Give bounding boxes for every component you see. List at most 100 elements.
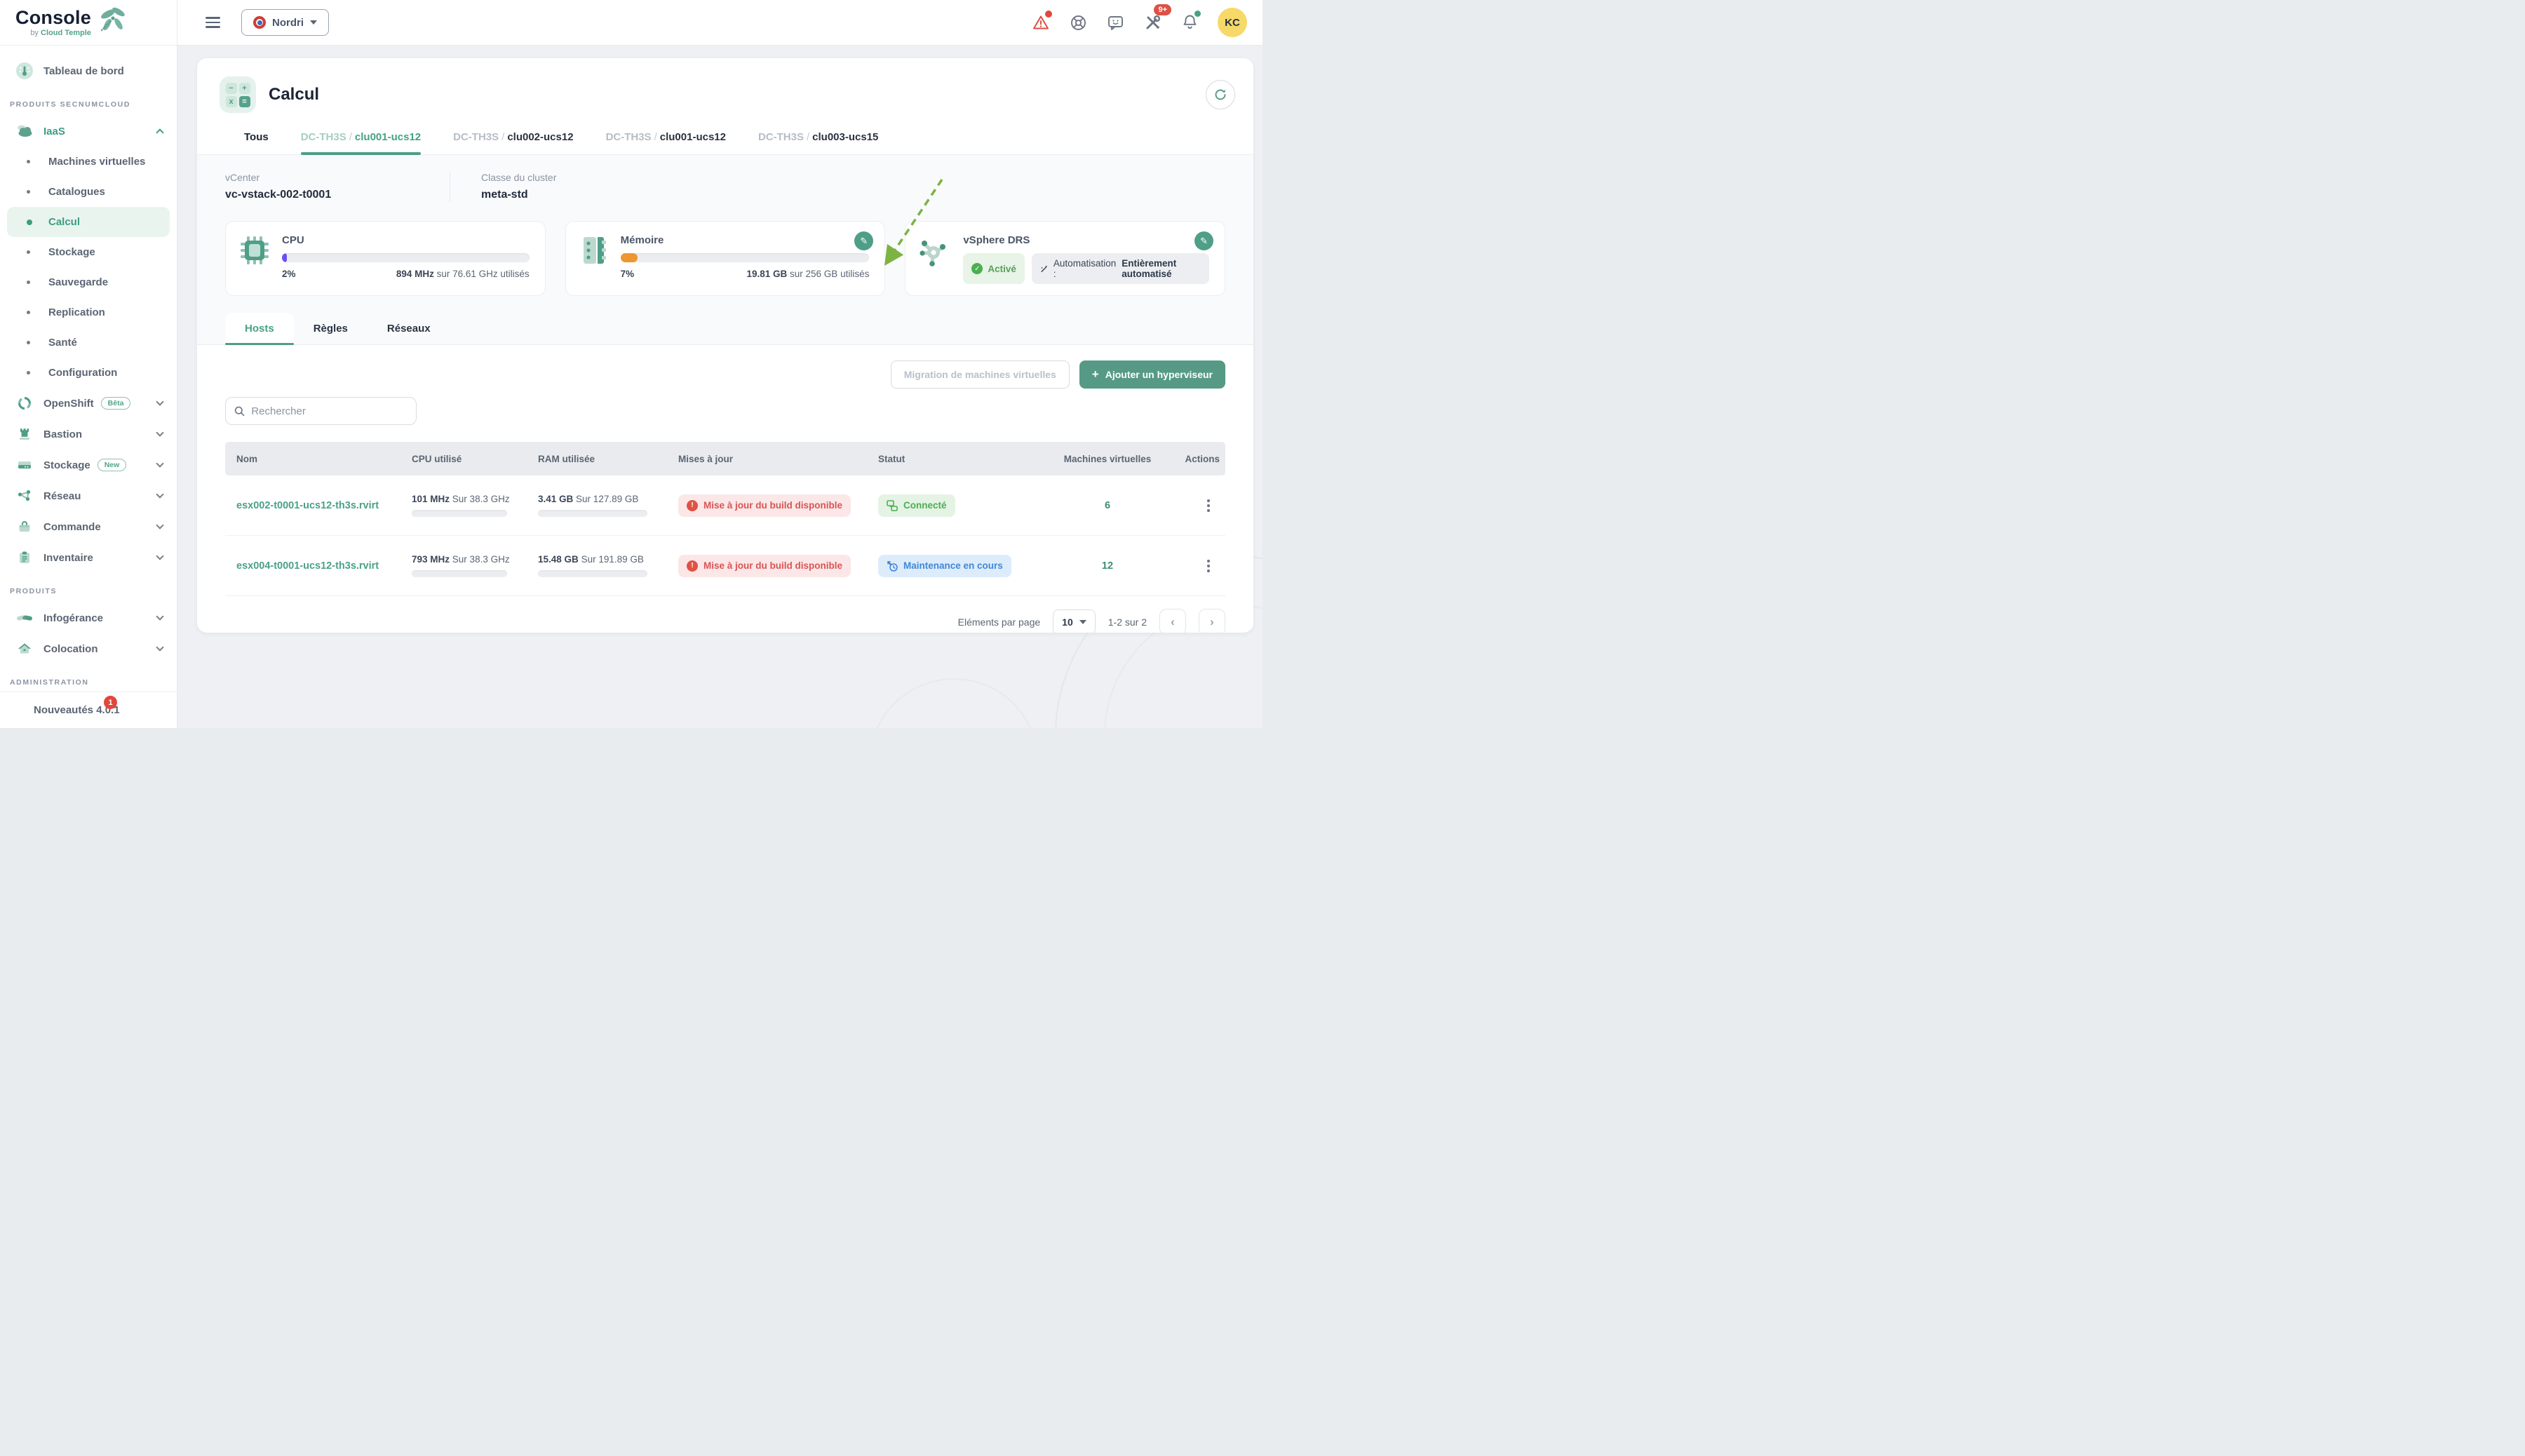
ram-bar-fill: [538, 570, 546, 577]
tab-tous[interactable]: Tous: [244, 131, 269, 154]
chevron-down-icon: [156, 398, 163, 405]
row-actions-menu[interactable]: [1192, 560, 1225, 572]
sidebar-item-sante[interactable]: Santé: [0, 328, 177, 358]
next-page-button[interactable]: ›: [1199, 609, 1225, 633]
sidebar-item-reseau[interactable]: Réseau: [0, 480, 177, 511]
sidebar-item-configuration[interactable]: Configuration: [0, 358, 177, 388]
sidebar-item-commande[interactable]: Commande: [0, 511, 177, 542]
refresh-icon: [1213, 88, 1227, 102]
tower-icon: [15, 425, 34, 443]
support-button[interactable]: [1069, 13, 1087, 32]
tab-reseaux[interactable]: Réseaux: [368, 313, 450, 344]
host-link[interactable]: esx004-t0001-ucs12-th3s.rvirt: [225, 560, 400, 572]
openshift-icon: [15, 394, 34, 412]
host-update-cell: ! Mise à jour du build disponible: [667, 555, 867, 577]
add-hypervisor-button[interactable]: + Ajouter un hyperviseur: [1079, 360, 1225, 389]
table-row: esx002-t0001-ucs12-th3s.rvirt 101 MHz Su…: [225, 476, 1225, 536]
sidebar-item-colocation[interactable]: Colocation: [0, 633, 177, 664]
sidebar-item-bastion[interactable]: Bastion: [0, 419, 177, 450]
tab-clu001-ucs12[interactable]: DC-TH3S/clu001-ucs12: [301, 131, 421, 154]
memory-progress-fill: [621, 253, 638, 262]
sidebar-item-openshift[interactable]: OpenShift Bêta: [0, 388, 177, 419]
sidebar-item-replication[interactable]: Replication: [0, 297, 177, 328]
connected-host-icon: [887, 500, 898, 511]
notifications-button[interactable]: [1180, 13, 1199, 32]
host-ram-cell: 3.41 GB Sur 127.89 GB: [527, 494, 667, 517]
cpu-stat-card: CPU 2% 894 MHz sur 76.61 GHz utilisés: [225, 221, 546, 296]
vcenter-info: vCenter vc-vstack-002-t0001: [225, 172, 365, 201]
search-field[interactable]: [225, 397, 417, 425]
hosts-table: Nom CPU utilisé RAM utilisée Mises à jou…: [225, 442, 1225, 596]
exclamation-icon: !: [687, 560, 698, 572]
tools-button[interactable]: 9+: [1143, 13, 1162, 32]
caret-down-icon: [1079, 620, 1086, 624]
logo-brand: Cloud Temple: [41, 29, 91, 37]
section-administration: ADMINISTRATION: [0, 664, 177, 692]
status-connected-badge: Connecté: [878, 494, 955, 517]
search-input[interactable]: [251, 405, 408, 417]
sidebar: Console by Cloud Temple Tableau de bord …: [0, 0, 177, 728]
bullet-icon: [27, 281, 30, 284]
sidebar-item-stockage-iaas[interactable]: Stockage: [0, 237, 177, 267]
chevron-down-icon: [156, 643, 163, 651]
whats-new-count-badge: 1: [104, 696, 117, 709]
pagination: Eléments par page 10 1-2 sur 2 ‹ ›: [225, 596, 1225, 633]
host-cpu-cell: 101 MHz Sur 38.3 GHz: [400, 494, 527, 517]
vm-count-link[interactable]: 6: [1032, 500, 1172, 511]
hamburger-menu-icon[interactable]: [206, 14, 220, 31]
whats-new[interactable]: Nouveautés 4.0.1 1: [0, 692, 177, 728]
vm-count-link[interactable]: 12: [1032, 560, 1172, 572]
sidebar-item-catalogues[interactable]: Catalogues: [0, 177, 177, 207]
organization-selector[interactable]: Nordri: [241, 9, 329, 36]
memory-edit-button[interactable]: ✎: [854, 231, 873, 250]
logo[interactable]: Console by Cloud Temple: [0, 0, 177, 46]
page-range: 1-2 sur 2: [1108, 616, 1147, 628]
notification-dot-badge: [1194, 11, 1201, 17]
previous-page-button[interactable]: ‹: [1159, 609, 1186, 633]
drs-automation-badge: Automatisation : Entièrement automatisé: [1032, 253, 1209, 284]
memory-title: Mémoire: [621, 234, 870, 246]
dashboard-gauge-icon: [15, 62, 34, 80]
migrate-vms-button[interactable]: Migration de machines virtuelles: [891, 360, 1070, 389]
detail-tabs: Hosts Règles Réseaux: [197, 296, 1253, 345]
items-per-page-select[interactable]: 10: [1053, 609, 1096, 633]
sidebar-item-calcul[interactable]: Calcul: [7, 207, 170, 237]
sidebar-item-machines-virtuelles[interactable]: Machines virtuelles: [0, 147, 177, 177]
vcenter-value: vc-vstack-002-t0001: [225, 189, 365, 201]
sidebar-item-sauvegarde[interactable]: Sauvegarde: [0, 267, 177, 297]
chevron-down-icon: [156, 490, 163, 498]
host-ram-cell: 15.48 GB Sur 191.89 GB: [527, 554, 667, 577]
cloud-icon: [15, 122, 34, 140]
user-avatar[interactable]: KC: [1218, 8, 1247, 37]
sidebar-item-iaas[interactable]: IaaS: [0, 116, 177, 147]
memory-stat-card: Mémoire 7% 19.81 GB sur 256 GB utilisés …: [565, 221, 886, 296]
clipboard-icon: [15, 548, 34, 567]
server-icon: [15, 456, 34, 474]
feedback-button[interactable]: [1106, 13, 1124, 32]
sidebar-item-stockage[interactable]: Stockage New: [0, 450, 177, 480]
tab-hosts[interactable]: Hosts: [225, 313, 294, 344]
beta-badge: Bêta: [101, 397, 131, 410]
dragonfly-icon: [95, 6, 128, 34]
bullet-icon: [27, 371, 30, 375]
sidebar-item-infogerance[interactable]: Infogérance: [0, 602, 177, 633]
drs-edit-button[interactable]: ✎: [1194, 231, 1213, 250]
sidebar-item-dashboard[interactable]: Tableau de bord: [0, 55, 177, 86]
section-secnumcloud: PRODUITS SECNUMCLOUD: [0, 86, 177, 116]
tab-clu002-ucs12[interactable]: DC-TH3S/clu002-ucs12: [453, 131, 573, 154]
tab-regles[interactable]: Règles: [294, 313, 368, 344]
host-link[interactable]: esx002-t0001-ucs12-th3s.rvirt: [225, 500, 400, 511]
tab-clu003-ucs15[interactable]: DC-TH3S/clu003-ucs15: [758, 131, 878, 154]
drs-stat-card: vSphere DRS ✓ Activé Automatisation : En…: [905, 221, 1225, 296]
cluster-class-info: Classe du cluster meta-std: [481, 172, 621, 201]
table-row: esx004-t0001-ucs12-th3s.rvirt 793 MHz Su…: [225, 536, 1225, 596]
refresh-button[interactable]: [1206, 80, 1235, 109]
sidebar-item-inventaire[interactable]: Inventaire: [0, 542, 177, 573]
cpu-detail: 894 MHz sur 76.61 GHz utilisés: [396, 269, 530, 279]
tab-clu001-ucs12-2[interactable]: DC-TH3S/clu001-ucs12: [606, 131, 726, 154]
alerts-button[interactable]: [1032, 13, 1050, 32]
tools-count-badge: 9+: [1154, 4, 1171, 15]
row-actions-menu[interactable]: [1192, 499, 1225, 512]
cpu-chip-icon: [238, 234, 271, 267]
new-badge: New: [97, 459, 127, 471]
